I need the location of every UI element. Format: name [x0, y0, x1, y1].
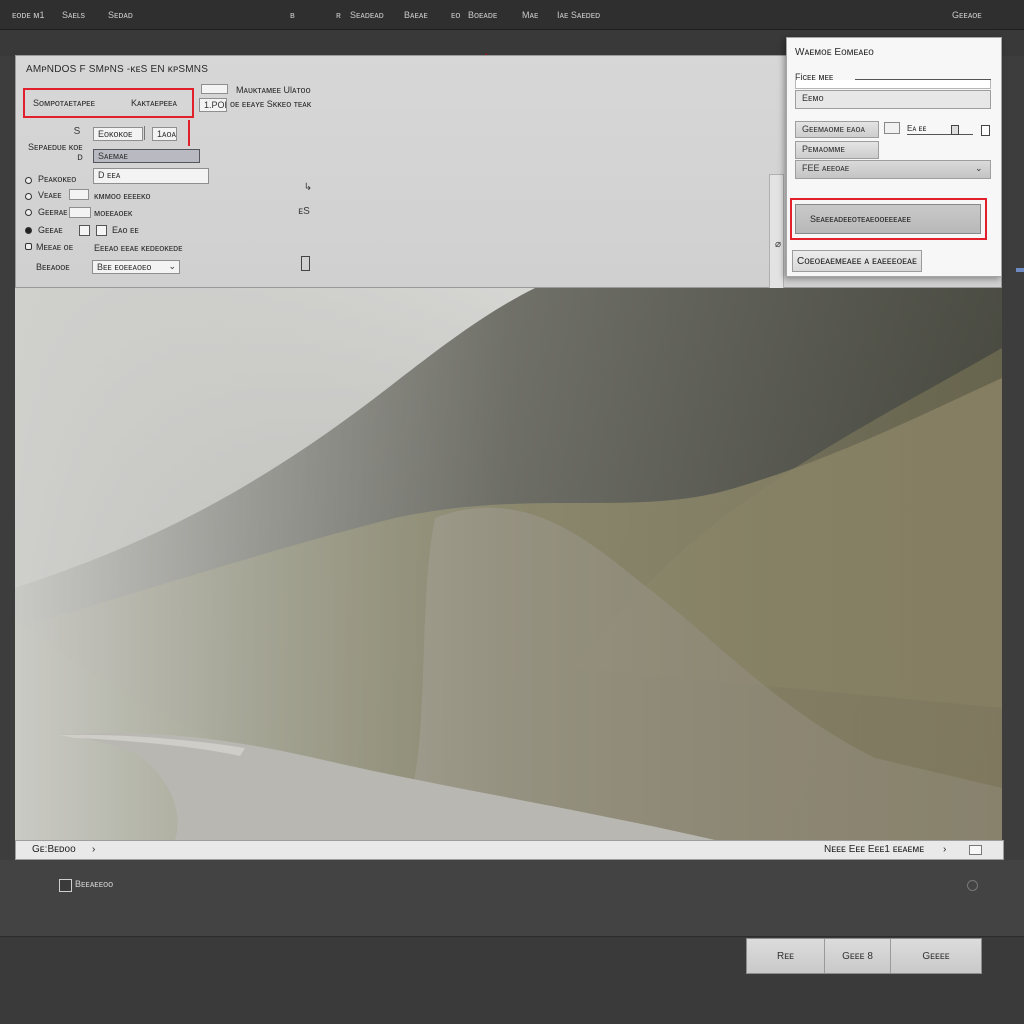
option-checkbox[interactable] [96, 225, 107, 236]
menu-item[interactable]: Bᴏᴇᴀᴅᴇ [468, 10, 497, 20]
help-icon[interactable] [967, 880, 978, 891]
slider-track[interactable] [907, 134, 973, 135]
radio-button[interactable] [25, 227, 32, 234]
side-panel-edge [769, 174, 784, 292]
quality-label[interactable]: Gᴇᴇᴍᴀᴏᴍᴇ ᴇᴀᴏᴀ [795, 121, 879, 138]
name-input[interactable] [795, 80, 991, 89]
reset-button[interactable]: Rᴇᴇ [747, 939, 825, 973]
option-swatch[interactable] [69, 189, 89, 200]
option-value: ᴋᴍᴍᴏᴏ ᴇᴇᴇᴇᴋᴏ [94, 191, 151, 201]
menu-item[interactable]: Sᴀᴇʟs [62, 10, 85, 20]
menu-item[interactable]: Iᴀᴇ Sᴀᴇᴅᴇᴅ [557, 10, 600, 20]
option-label: Mᴇᴇᴀᴇ ᴏᴇ [36, 242, 74, 252]
quality-value: Eᴀ ᴇᴇ [907, 124, 927, 133]
mode-input[interactable]: Sᴀᴇᴍᴀᴇ [93, 149, 200, 163]
option-checkbox[interactable] [79, 225, 90, 236]
option-select[interactable]: FEE ᴀᴇᴇᴏᴀᴇ [795, 160, 991, 179]
panel-title: AMᴘNDOS F SMᴘNS -ᴋᴇS EN ᴋᴘSMNS [26, 64, 209, 75]
option-row[interactable]: Pᴇᴍᴀᴏᴍᴍᴇ [795, 141, 879, 159]
cancel-button[interactable]: Gᴇᴇᴇ 8 [825, 939, 891, 973]
field-label: Sᴏᴍᴘᴏᴛᴀᴇᴛᴀᴘᴇᴇ [33, 98, 95, 108]
document-icon[interactable] [301, 256, 310, 271]
menu-item[interactable]: Sᴇᴅᴀᴅ [108, 10, 133, 20]
status-right: Nᴇᴇᴇ Eᴇᴇ Eᴇᴇ1 ᴇᴇᴀᴇᴍᴇ [824, 844, 925, 855]
small-input[interactable] [201, 84, 228, 94]
pin-icon[interactable]: ⌀ [772, 239, 784, 253]
landscape-image [15, 288, 1002, 840]
menu-item[interactable]: Bᴀᴇᴀᴇ [404, 10, 428, 20]
option-swatch[interactable] [69, 207, 91, 218]
chevron-down-icon: ⌄ [975, 163, 983, 173]
caret-icon: › [92, 844, 96, 855]
menu-item[interactable]: ʙ [290, 10, 295, 20]
option-label: Gᴇᴇᴀᴇ [38, 225, 63, 235]
fit-icon[interactable] [969, 845, 982, 855]
unit-button[interactable]: 1ᴀᴏᴀ [152, 127, 177, 141]
text-input[interactable]: D ᴇᴇᴀ [93, 168, 209, 184]
option-value: Eᴀᴏ ᴇᴇ [112, 225, 139, 235]
radio-button[interactable] [25, 209, 32, 216]
option-label: Vᴇᴀᴇᴇ [38, 190, 62, 200]
radio-button[interactable] [25, 193, 32, 200]
image-canvas[interactable] [15, 288, 1002, 840]
hand-icon: ᴅ [77, 152, 83, 163]
checkbox[interactable] [59, 879, 72, 892]
field-value[interactable]: Kᴀᴋᴛᴀᴇᴘᴇᴇᴀ [131, 98, 177, 108]
dropdown-value: Bᴇᴇ ᴇᴏᴇᴇᴀᴏᴇᴏ [97, 262, 152, 272]
menu-right-label[interactable]: Gᴇᴇᴀᴏᴇ [952, 10, 982, 20]
radio-button[interactable] [25, 243, 32, 250]
spin-box[interactable] [884, 122, 900, 134]
status-left: Gᴇ:Bᴇᴅᴏᴏ [32, 844, 76, 855]
lower-panel: Bᴇᴇᴀᴇᴇᴏᴏ [0, 860, 1024, 936]
radio-button[interactable] [25, 177, 32, 184]
bottom-button-group: Rᴇᴇ Gᴇᴇᴇ 8 Gᴇᴇᴇᴇ [746, 938, 982, 974]
option-value: ᴍᴏᴇᴇᴀᴏᴇᴋ [94, 208, 133, 218]
export-dialog: Wᴀᴇᴍᴏᴇ Eᴏᴍᴇᴀᴇᴏ Ficᴇᴇ ᴍᴇᴇ Eᴇᴍᴏ Gᴇᴇᴍᴀᴏᴍᴇ ᴇ… [786, 37, 1002, 277]
scale-icon: S [73, 126, 81, 137]
confirm-button[interactable]: Gᴇᴇᴇᴇ [891, 939, 981, 973]
menu-item[interactable]: ᴇᴏ [451, 10, 460, 20]
format-field[interactable]: Eᴇᴍᴏ [795, 90, 991, 109]
menu-item[interactable]: Sᴇᴀᴅᴇᴀᴅ [350, 10, 384, 20]
info-icon[interactable] [981, 125, 990, 136]
option-value: Eᴇᴇᴀᴏ ᴇᴇᴀᴇ ᴋᴇᴅᴇᴏᴋᴇᴅᴇ [94, 243, 183, 253]
menu-item[interactable]: ᴇᴏᴅᴇ ᴍ1 [12, 10, 44, 20]
canvas-status-bar: Gᴇ:Bᴇᴅᴏᴏ › Nᴇᴇᴇ Eᴇᴇ Eᴇᴇ1 ᴇᴇᴀᴇᴍᴇ › [15, 840, 1004, 860]
dropdown-label: Bᴇᴇᴀᴏᴏᴇ [36, 262, 70, 272]
reset-icon[interactable]: ᴇS [298, 206, 310, 220]
export-button[interactable]: Sᴇᴀᴇᴇᴀᴅᴇᴇᴏᴛᴇᴀᴇᴏᴏᴇᴇᴇᴀᴇᴇ [795, 204, 981, 234]
menu-item[interactable]: ʀ [336, 10, 341, 20]
caret-icon: › [943, 844, 947, 855]
option-sub: ᴏᴇ ᴇᴇᴀʏᴇ Sᴋᴋᴇᴏ ᴛᴇᴀᴋ [230, 99, 312, 109]
menu-bar: ᴇᴏᴅᴇ ᴍ1 Sᴀᴇʟs Sᴇᴅᴀᴅ ʙ ʀ Sᴇᴀᴅᴇᴀᴅ Bᴀᴇᴀᴇ ᴇᴏ… [0, 0, 1024, 30]
link-icon[interactable]: ↳ [302, 182, 314, 196]
option-label: Mᴀᴜᴋᴛᴀᴍᴇᴇ Ulᴀᴛᴏᴏ [236, 85, 311, 95]
size-input[interactable]: Eᴏᴋᴏᴋᴏᴇ [93, 127, 143, 141]
preset-dropdown[interactable]: Bᴇᴇ ᴇᴏᴇᴇᴀᴏᴇᴏ ⌄ [92, 260, 180, 274]
checkbox-label: Bᴇᴇᴀᴇᴇᴏᴏ [75, 879, 114, 889]
value-input[interactable]: 1.POE [199, 98, 227, 112]
slider-thumb[interactable] [951, 125, 959, 135]
option-label: Pᴇᴀᴋᴏᴋᴇᴏ [38, 174, 77, 184]
field-label: Sᴇᴘᴀᴇᴅᴜᴇ ᴋᴏᴇ [28, 142, 83, 152]
side-tick [1016, 268, 1024, 272]
menu-item[interactable]: Mᴀᴇ [522, 10, 538, 20]
dialog-title: Wᴀᴇᴍᴏᴇ Eᴏᴍᴇᴀᴇᴏ [795, 47, 874, 58]
option-label: Gᴇᴇʀᴀᴇ [38, 207, 68, 217]
chevron-down-icon: ⌄ [168, 261, 176, 271]
options-button[interactable]: Cᴏᴇᴏᴇᴀᴇᴍᴇᴀᴇᴇ ᴀ ᴇᴀᴇᴇᴇᴏᴇᴀᴇ [792, 250, 922, 272]
